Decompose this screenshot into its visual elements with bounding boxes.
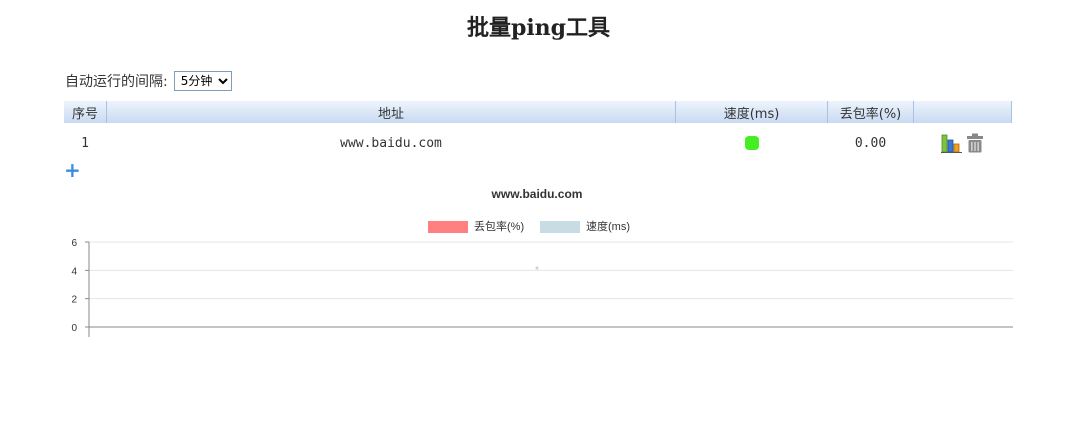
header-speed: 速度(ms) [675, 101, 828, 123]
trash-icon[interactable] [966, 133, 984, 153]
row-index: 1 [81, 135, 89, 151]
interval-select[interactable]: 5分钟 [173, 71, 232, 91]
table-header-row: 序号 地址 速度(ms) 丢包率(%) [63, 101, 1012, 123]
ping-chart: www.baidu.com 丢包率(%) 速度(ms) 6 4 2 0 [71, 187, 1013, 337]
bar-chart-icon[interactable] [941, 133, 963, 153]
header-address: 地址 [106, 101, 676, 123]
legend-swatch-1[interactable] [540, 221, 580, 233]
y-tick-label: 0 [71, 323, 77, 334]
page-title: 批量ping工具 [466, 15, 611, 41]
legend-label-1[interactable]: 速度(ms) [586, 219, 630, 233]
header-index: 序号 [63, 101, 107, 123]
header-loss: 丢包率(%) [827, 101, 914, 123]
interval-label: 自动运行的间隔: [65, 74, 168, 90]
table-row: 1 www.baidu.com 0.00 [64, 123, 1012, 163]
y-tick-label: 4 [71, 266, 77, 277]
y-tick-label: 6 [71, 238, 77, 249]
row-address: www.baidu.com [340, 135, 442, 151]
ping-table: 序号 地址 速度(ms) 丢包率(%) 1 www.baidu.com 0.00 [63, 101, 1012, 163]
chart-title: www.baidu.com [491, 187, 583, 201]
add-button[interactable]: + [64, 160, 81, 180]
y-tick-label: 2 [71, 295, 77, 306]
legend-label-0[interactable]: 丢包率(%) [474, 219, 524, 233]
interval-setting: 自动运行的间隔: 5分钟 [65, 70, 232, 92]
row-actions [914, 123, 1012, 163]
status-dot-icon [744, 136, 759, 150]
row-speed [676, 123, 828, 163]
row-loss: 0.00 [854, 135, 887, 151]
header-actions [913, 101, 1012, 123]
data-point [535, 266, 539, 270]
legend-swatch-0[interactable] [428, 221, 468, 233]
